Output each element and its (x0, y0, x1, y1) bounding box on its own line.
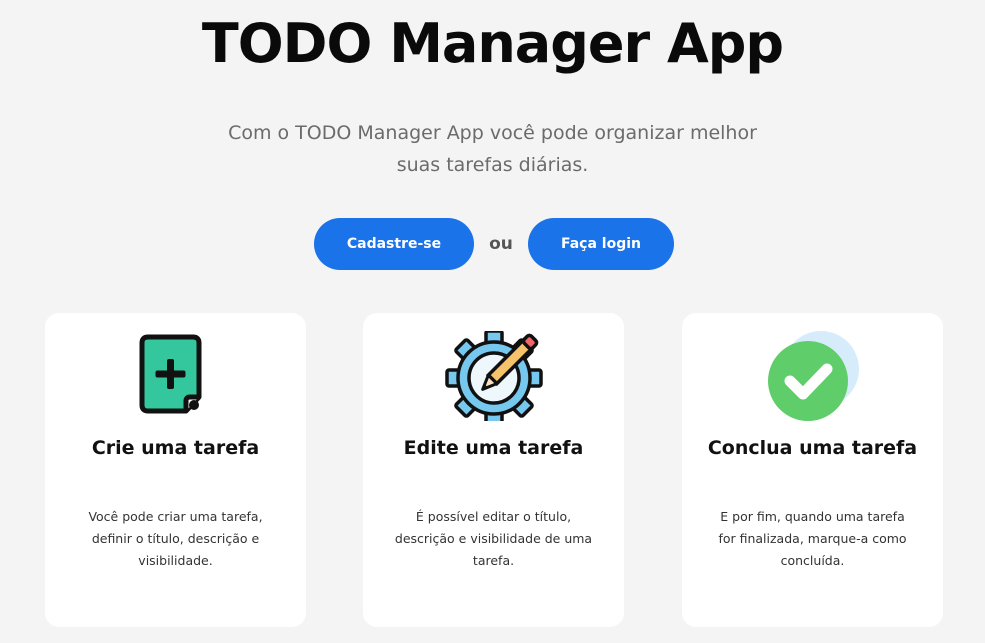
page-subtitle: Com o TODO Manager App você pode organiz… (228, 122, 757, 176)
feature-card-edit: Edite uma tarefa É possível editar o tít… (363, 313, 624, 627)
feature-card-create: Crie uma tarefa Você pode criar uma tare… (45, 313, 306, 627)
gear-pencil-icon (363, 331, 624, 421)
feature-description: É possível editar o título, descrição e … (394, 509, 593, 568)
login-button[interactable]: Faça login (528, 218, 674, 270)
or-separator: ou (489, 234, 513, 254)
landing-page: TODO Manager App Com o TODO Manager App … (0, 0, 985, 643)
feature-description: Você pode criar uma tarefa, definir o tí… (88, 509, 263, 568)
cta-group: Cadastre-se ou Faça login (0, 218, 985, 270)
check-circle-icon (682, 331, 943, 421)
page-title: TODO Manager App (201, 12, 784, 75)
feature-title: Crie uma tarefa (91, 437, 260, 459)
feature-card-complete: Conclua uma tarefa E por fim, quando uma… (682, 313, 943, 627)
feature-title: Edite uma tarefa (403, 437, 584, 459)
add-document-icon (45, 331, 306, 421)
feature-title: Conclua uma tarefa (707, 437, 918, 459)
signup-button[interactable]: Cadastre-se (314, 218, 474, 270)
feature-description: E por fim, quando uma tarefa for finaliz… (718, 509, 907, 568)
